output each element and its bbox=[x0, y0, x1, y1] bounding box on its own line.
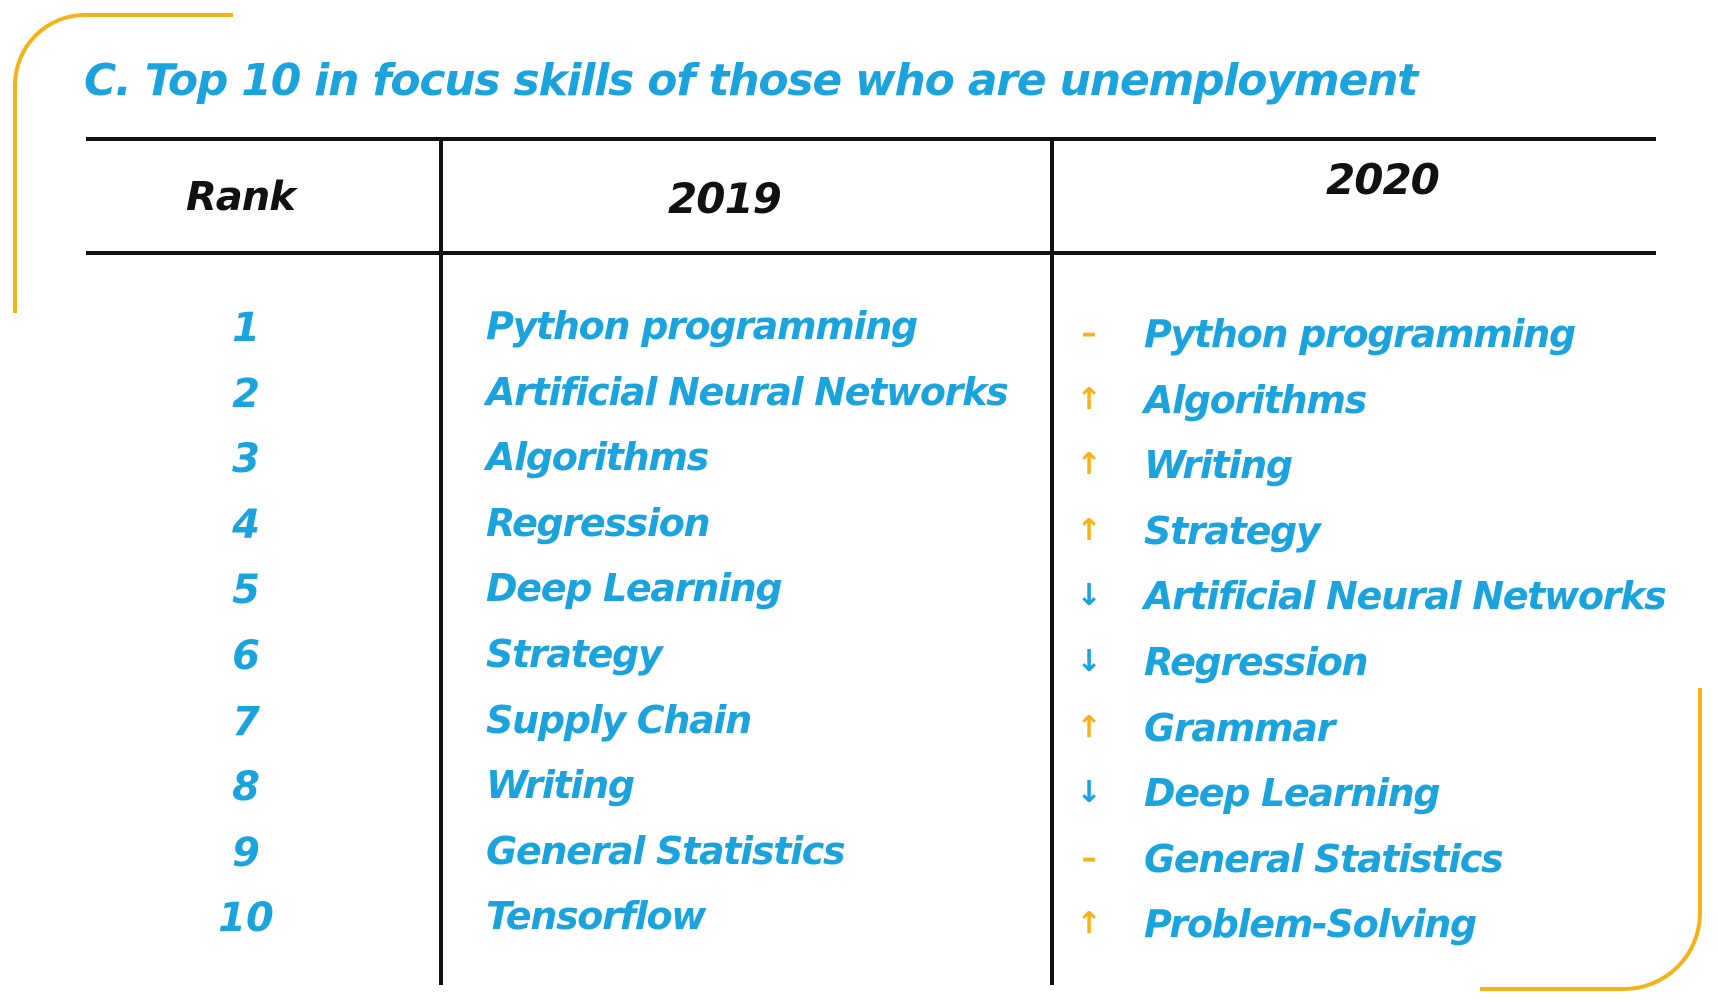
rank-number: 10 bbox=[218, 895, 274, 942]
skill-row-2019: Python programming bbox=[486, 298, 1036, 364]
header-2019: 2019 bbox=[668, 174, 782, 223]
skill-name-2020: Deep Learning bbox=[1144, 771, 1441, 816]
skill-row-2020: ↑ Problem-Solving bbox=[1072, 896, 1672, 962]
skill-name-2019: Tensorflow bbox=[486, 894, 706, 939]
rank-row: 10 bbox=[200, 890, 320, 956]
rank-number: 1 bbox=[232, 305, 260, 351]
skills-2020-column: – Python programming ↑ Algorithms ↑ Writing ↑ S… bbox=[1072, 306, 1672, 962]
skill-name-2019: Writing bbox=[486, 763, 635, 808]
skill-row-2020: ↑ Algorithms bbox=[1072, 372, 1672, 438]
rank-number: 3 bbox=[232, 436, 260, 483]
skill-row-2020: ↓ Deep Learning bbox=[1072, 765, 1672, 831]
rank-row: 9 bbox=[200, 825, 320, 891]
arrow-up-icon: ↑ bbox=[1076, 906, 1102, 942]
arrow-down-icon: ↓ bbox=[1076, 643, 1102, 679]
skill-name-2019: Strategy bbox=[486, 631, 663, 676]
skill-name-2020: Python programming bbox=[1144, 312, 1576, 356]
arrow-down-icon: ↓ bbox=[1076, 775, 1102, 811]
skill-name-2019: Artificial Neural Networks bbox=[486, 369, 1009, 414]
skill-name-2020: General Statistics bbox=[1144, 836, 1504, 881]
skill-name-2020: Writing bbox=[1144, 443, 1293, 488]
skill-name-2019: Supply Chain bbox=[486, 697, 752, 742]
header-rank: Rank bbox=[186, 174, 296, 220]
skill-row-2020: ↓ Artificial Neural Networks bbox=[1072, 568, 1672, 634]
dash-icon: – bbox=[1081, 840, 1097, 876]
rank-row: 7 bbox=[200, 694, 320, 760]
table-top-rule bbox=[86, 137, 1656, 141]
arrow-down-icon: ↓ bbox=[1076, 578, 1102, 614]
rank-row: 5 bbox=[200, 562, 320, 628]
skill-row-2020: ↑ Grammar bbox=[1072, 700, 1672, 766]
skill-row-2019: Algorithms bbox=[486, 429, 1036, 495]
table-header-rule bbox=[86, 251, 1656, 255]
skill-row-2020: – Python programming bbox=[1072, 306, 1672, 372]
arrow-up-icon: ↑ bbox=[1076, 709, 1102, 745]
rank-row: 6 bbox=[200, 628, 320, 694]
skill-row-2020: ↑ Strategy bbox=[1072, 503, 1672, 569]
rank-number: 2 bbox=[232, 370, 260, 417]
page-title: C. Top 10 in focus skills of those who a… bbox=[84, 55, 1418, 106]
rank-number: 9 bbox=[232, 829, 260, 876]
arrow-up-icon: ↑ bbox=[1076, 512, 1102, 548]
rank-column: 1 2 3 4 5 6 7 8 9 10 bbox=[200, 300, 320, 956]
rank-row: 1 bbox=[200, 300, 320, 366]
skill-name-2019: Python programming bbox=[486, 304, 918, 348]
skill-name-2019: Deep Learning bbox=[486, 566, 783, 611]
skill-row-2019: Writing bbox=[486, 757, 1036, 823]
skill-row-2019: General Statistics bbox=[486, 823, 1036, 889]
skill-name-2020: Artificial Neural Networks bbox=[1144, 574, 1667, 619]
column-divider-2 bbox=[1050, 137, 1054, 985]
arrow-up-icon: ↑ bbox=[1076, 447, 1102, 483]
skill-row-2019: Regression bbox=[486, 495, 1036, 561]
skill-row-2020: – General Statistics bbox=[1072, 831, 1672, 897]
rank-number: 4 bbox=[232, 501, 260, 548]
rank-row: 4 bbox=[200, 497, 320, 563]
rank-number: 8 bbox=[232, 764, 260, 811]
skill-row-2019: Tensorflow bbox=[486, 888, 1036, 954]
skill-row-2020: ↑ Writing bbox=[1072, 437, 1672, 503]
skill-name-2020: Regression bbox=[1144, 639, 1369, 684]
skill-name-2019: General Statistics bbox=[486, 828, 846, 873]
column-divider-1 bbox=[439, 137, 443, 985]
skill-name-2020: Grammar bbox=[1144, 705, 1335, 750]
rank-row: 8 bbox=[200, 759, 320, 825]
rank-row: 3 bbox=[200, 431, 320, 497]
rank-row: 2 bbox=[200, 366, 320, 432]
rank-number: 7 bbox=[232, 698, 260, 745]
skill-row-2019: Strategy bbox=[486, 626, 1036, 692]
header-2020: 2020 bbox=[1326, 155, 1440, 204]
skill-name-2019: Algorithms bbox=[486, 435, 709, 480]
rank-number: 6 bbox=[232, 632, 260, 679]
rank-number: 5 bbox=[232, 567, 260, 614]
dash-icon: – bbox=[1081, 316, 1097, 351]
skill-name-2019: Regression bbox=[486, 500, 711, 545]
arrow-up-icon: ↑ bbox=[1076, 381, 1102, 417]
skill-name-2020: Problem-Solving bbox=[1144, 902, 1477, 947]
skill-name-2020: Strategy bbox=[1144, 508, 1321, 553]
skill-row-2019: Artificial Neural Networks bbox=[486, 364, 1036, 430]
skill-row-2019: Supply Chain bbox=[486, 692, 1036, 758]
skill-row-2019: Deep Learning bbox=[486, 560, 1036, 626]
skill-name-2020: Algorithms bbox=[1144, 377, 1367, 422]
skill-row-2020: ↓ Regression bbox=[1072, 634, 1672, 700]
skills-2019-column: Python programming Artificial Neural Netw… bbox=[486, 298, 1036, 954]
